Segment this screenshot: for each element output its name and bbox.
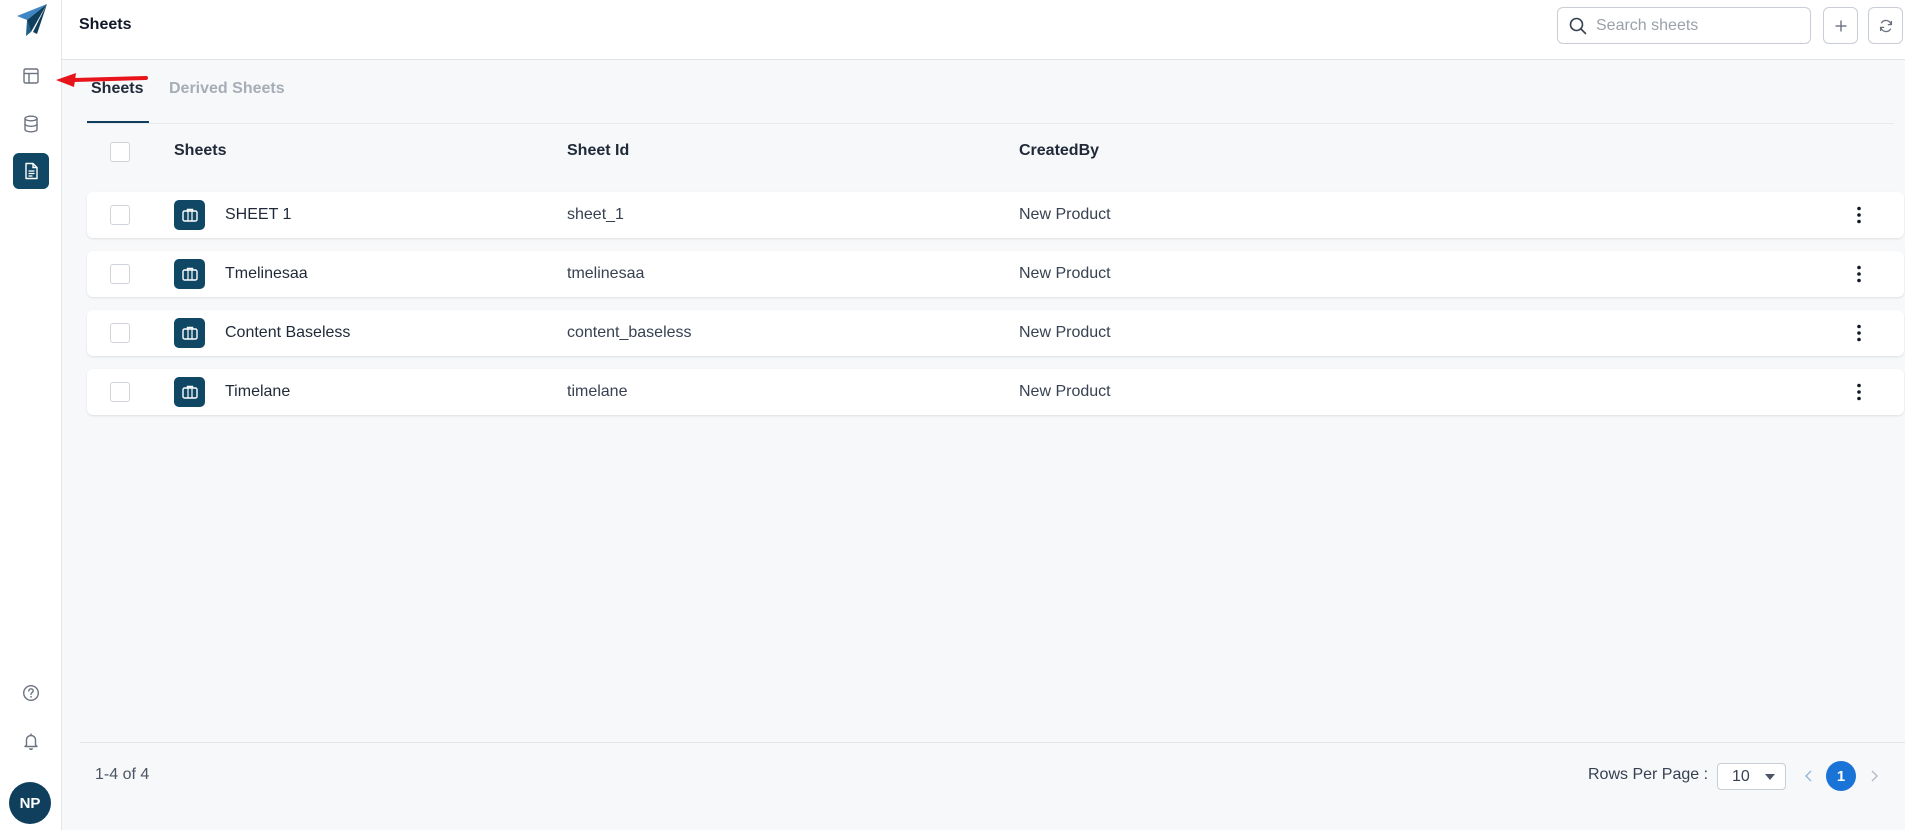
briefcase-icon [181,208,198,222]
table-row[interactable]: SHEET 1 sheet_1 New Product [87,192,1904,238]
refresh-icon [1879,19,1892,32]
briefcase-icon [181,267,198,281]
row-menu-button[interactable] [1849,262,1869,286]
rows-per-page-value: 10 [1732,767,1750,785]
add-sheet-button[interactable] [1823,7,1858,44]
briefcase-icon [181,385,198,399]
created-by: New Product [1019,265,1111,282]
caret-down-icon [1765,774,1775,780]
bell-icon [24,733,38,751]
sidebar-item-database[interactable] [13,106,49,142]
row-menu-button[interactable] [1849,380,1869,404]
tab-derived-sheets[interactable]: Derived Sheets [169,80,285,98]
briefcase-icon [181,326,198,340]
select-all-checkbox[interactable] [110,142,130,162]
search-input[interactable] [1596,16,1796,35]
sheet-name[interactable]: Content Baseless [225,324,350,342]
help-icon [22,684,40,702]
column-header-sheet-id[interactable]: Sheet Id [567,142,629,160]
table-row[interactable]: Timelane timelane New Product [87,369,1904,415]
pagination-range: 1-4 of 4 [95,766,150,783]
column-header-sheets[interactable]: Sheets [174,142,226,160]
row-checkbox[interactable] [110,205,130,225]
kebab-icon [1857,206,1861,224]
row-checkbox[interactable] [110,264,130,284]
refresh-button[interactable] [1868,7,1903,44]
kebab-icon [1857,265,1861,283]
tab-sheets[interactable]: Sheets [91,80,143,98]
created-by: New Product [1019,324,1111,341]
row-checkbox[interactable] [110,323,130,343]
sheet-icon [174,200,205,230]
created-by: New Product [1019,206,1111,223]
table-row[interactable]: Content Baseless content_baseless New Pr… [87,310,1904,356]
app-logo-icon[interactable] [13,2,49,38]
search-box[interactable] [1557,7,1811,44]
document-icon [25,162,38,180]
column-header-created-by[interactable]: CreatedBy [1019,142,1099,160]
sheet-name[interactable]: Timelane [225,383,290,401]
row-menu-button[interactable] [1849,203,1869,227]
sheet-icon [174,259,205,289]
sidebar-item-help[interactable] [13,675,49,711]
sheet-icon [174,318,205,348]
page-button-current[interactable]: 1 [1826,761,1856,791]
created-by: New Product [1019,383,1111,400]
chevron-right-icon [1871,770,1878,782]
row-menu-button[interactable] [1849,321,1869,345]
sheet-id: timelane [567,383,628,400]
database-icon [24,115,38,133]
chevron-left-icon [1805,770,1812,782]
sheet-id: content_baseless [567,324,692,341]
sheet-name[interactable]: Tmelinesaa [225,265,308,283]
tabs-divider [87,123,1894,124]
search-icon [1569,17,1587,34]
kebab-icon [1857,324,1861,342]
previous-page-button[interactable] [1799,765,1819,787]
plus-icon [1835,20,1846,31]
table-row[interactable]: Tmelinesaa tmelinesaa New Product [87,251,1904,297]
sheet-id: sheet_1 [567,206,624,223]
rows-per-page-select[interactable]: 10 [1717,763,1786,790]
sidebar-item-sheets[interactable] [13,153,49,189]
sheet-icon [174,377,205,407]
sheet-name[interactable]: SHEET 1 [225,206,291,224]
kebab-icon [1857,383,1861,401]
sheet-id: tmelinesaa [567,265,645,282]
rows-per-page-label: Rows Per Page : [1588,766,1709,783]
sidebar: NP [0,0,62,830]
row-checkbox[interactable] [110,382,130,402]
page-title: Sheets [79,16,132,33]
next-page-button[interactable] [1864,765,1884,787]
sidebar-item-notifications[interactable] [13,723,49,759]
layout-icon [23,68,39,84]
avatar[interactable]: NP [9,782,51,824]
sidebar-item-layout[interactable] [13,58,49,94]
footer-divider [80,742,1905,743]
header: Sheets [62,0,1905,60]
